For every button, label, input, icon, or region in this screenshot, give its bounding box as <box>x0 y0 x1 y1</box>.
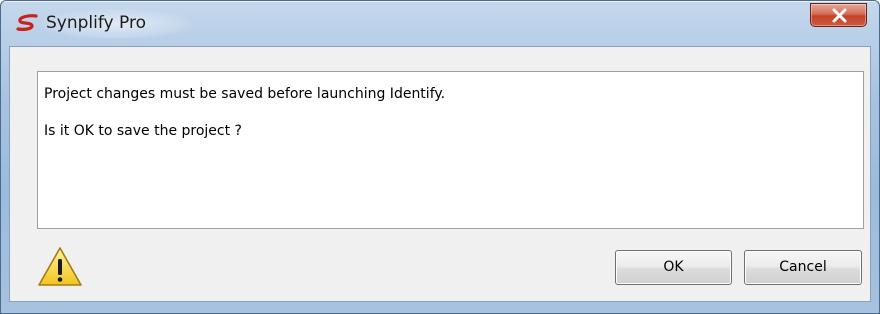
title-bar[interactable]: Synplify Pro <box>1 1 879 45</box>
warning-icon <box>37 246 83 288</box>
close-icon <box>832 8 847 23</box>
message-panel: Project changes must be saved before lau… <box>37 71 864 229</box>
synplify-logo-icon <box>15 13 39 33</box>
ok-button[interactable]: OK <box>615 250 732 285</box>
dialog-body: Project changes must be saved before lau… <box>9 46 871 302</box>
close-button[interactable] <box>810 3 867 27</box>
window-title: Synplify Pro <box>46 13 146 33</box>
message-line-1: Project changes must be saved before lau… <box>44 86 446 102</box>
cancel-button[interactable]: Cancel <box>744 250 862 285</box>
message-line-2: Is it OK to save the project ? <box>44 123 242 139</box>
dialog-window: Synplify Pro Project changes must be sav… <box>0 0 880 314</box>
